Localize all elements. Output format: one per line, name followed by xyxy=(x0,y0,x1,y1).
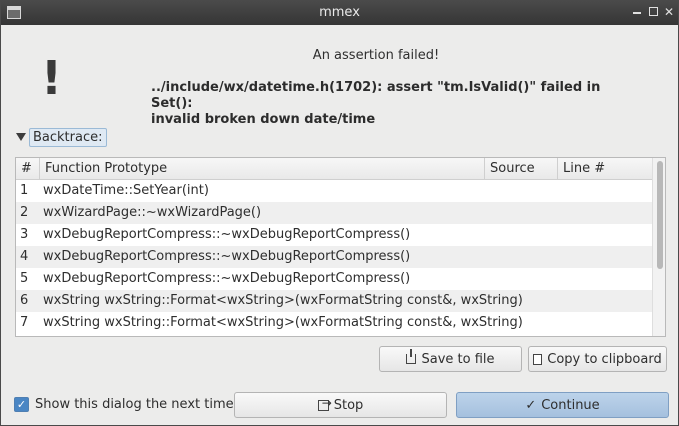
row-number: 3 xyxy=(20,227,29,242)
column-header-number[interactable]: # xyxy=(16,158,40,180)
title-bar[interactable]: mmex ✕ xyxy=(1,1,678,25)
table-body: 1 wxDateTime::SetYear(int) 2 wxWizardPag… xyxy=(16,180,652,334)
row-number: 2 xyxy=(20,205,29,220)
backtrace-toggle[interactable]: Backtrace: xyxy=(16,126,107,148)
table-row[interactable]: 6 wxString wxString::Format<wxString>(wx… xyxy=(16,290,652,312)
checkbox-checked-icon[interactable]: ✓ xyxy=(14,397,29,412)
column-header-source-file[interactable]: Source file xyxy=(485,158,558,198)
table-row[interactable]: 2 wxWizardPage::~wxWizardPage() xyxy=(16,202,652,224)
exclamation-icon: ! xyxy=(41,51,62,105)
row-function-prototype: wxDebugReportCompress::~wxDebugReportCom… xyxy=(43,227,411,242)
copy-to-clipboard-label: Copy to clipboard xyxy=(547,351,662,367)
continue-button[interactable]: ✓ Continue xyxy=(456,392,669,418)
assertion-detail: ../include/wx/datetime.h(1702): assert "… xyxy=(151,80,621,128)
row-function-prototype: wxDebugReportCompress::~wxDebugReportCom… xyxy=(43,249,411,264)
stop-label: Stop xyxy=(333,397,364,413)
row-function-prototype: wxString wxString::Format<wxString>(wxFo… xyxy=(43,293,523,308)
save-to-file-label: Save to file xyxy=(421,351,495,367)
triangle-down-icon xyxy=(16,133,26,141)
table-row[interactable]: 5 wxDebugReportCompress::~wxDebugReportC… xyxy=(16,268,652,290)
table-row[interactable]: 7 wxString wxString::Format<wxString>(wx… xyxy=(16,312,652,334)
table-row[interactable]: 3 wxDebugReportCompress::~wxDebugReportC… xyxy=(16,224,652,246)
assertion-dialog: mmex ✕ ! An assertion failed! ../include… xyxy=(0,0,679,426)
save-to-file-icon xyxy=(406,349,417,364)
save-to-file-button[interactable]: Save to file xyxy=(379,346,522,372)
close-icon[interactable]: ✕ xyxy=(661,4,677,20)
maximize-icon[interactable] xyxy=(645,4,661,20)
row-function-prototype: wxWizardPage::~wxWizardPage() xyxy=(43,205,262,220)
backtrace-table: # Function Prototype Source file Line # … xyxy=(15,157,666,337)
row-number: 7 xyxy=(20,315,29,330)
assertion-detail-line1: ../include/wx/datetime.h(1702): assert "… xyxy=(151,80,601,111)
row-function-prototype: wxDateTime::SetYear(int) xyxy=(43,183,209,198)
table-row[interactable]: 1 wxDateTime::SetYear(int) xyxy=(16,180,652,202)
copy-icon xyxy=(533,350,548,365)
table-header: # Function Prototype Source file Line # xyxy=(16,158,652,198)
window-title: mmex xyxy=(319,5,360,20)
stop-icon xyxy=(317,396,332,411)
assertion-title: An assertion failed! xyxy=(312,48,440,63)
stop-button[interactable]: Stop xyxy=(234,392,447,418)
row-number: 5 xyxy=(20,271,29,286)
backtrace-toggle-label: Backtrace: xyxy=(29,127,107,147)
minimize-icon[interactable] xyxy=(629,4,645,20)
vertical-scrollbar[interactable] xyxy=(652,158,665,336)
checkmark-icon: ✓ xyxy=(525,397,537,413)
column-header-function-prototype[interactable]: Function Prototype xyxy=(40,158,485,180)
show-dialog-checkbox[interactable]: ✓ Show this dialog the next time xyxy=(14,397,234,412)
show-dialog-label: Show this dialog the next time xyxy=(35,397,234,412)
row-number: 1 xyxy=(20,183,29,198)
table-row[interactable]: 4 wxDebugReportCompress::~wxDebugReportC… xyxy=(16,246,652,268)
scrollbar-thumb[interactable] xyxy=(657,161,663,269)
row-function-prototype: wxDebugReportCompress::~wxDebugReportCom… xyxy=(43,271,411,286)
row-function-prototype: wxString wxString::Format<wxString>(wxFo… xyxy=(43,315,523,330)
row-number: 4 xyxy=(20,249,29,264)
continue-label: Continue xyxy=(541,397,600,413)
copy-to-clipboard-button[interactable]: Copy to clipboard xyxy=(528,346,667,372)
column-header-line-number[interactable]: Line # xyxy=(558,158,652,180)
row-number: 6 xyxy=(20,293,29,308)
assertion-detail-line2: invalid broken down date/time xyxy=(151,112,376,127)
